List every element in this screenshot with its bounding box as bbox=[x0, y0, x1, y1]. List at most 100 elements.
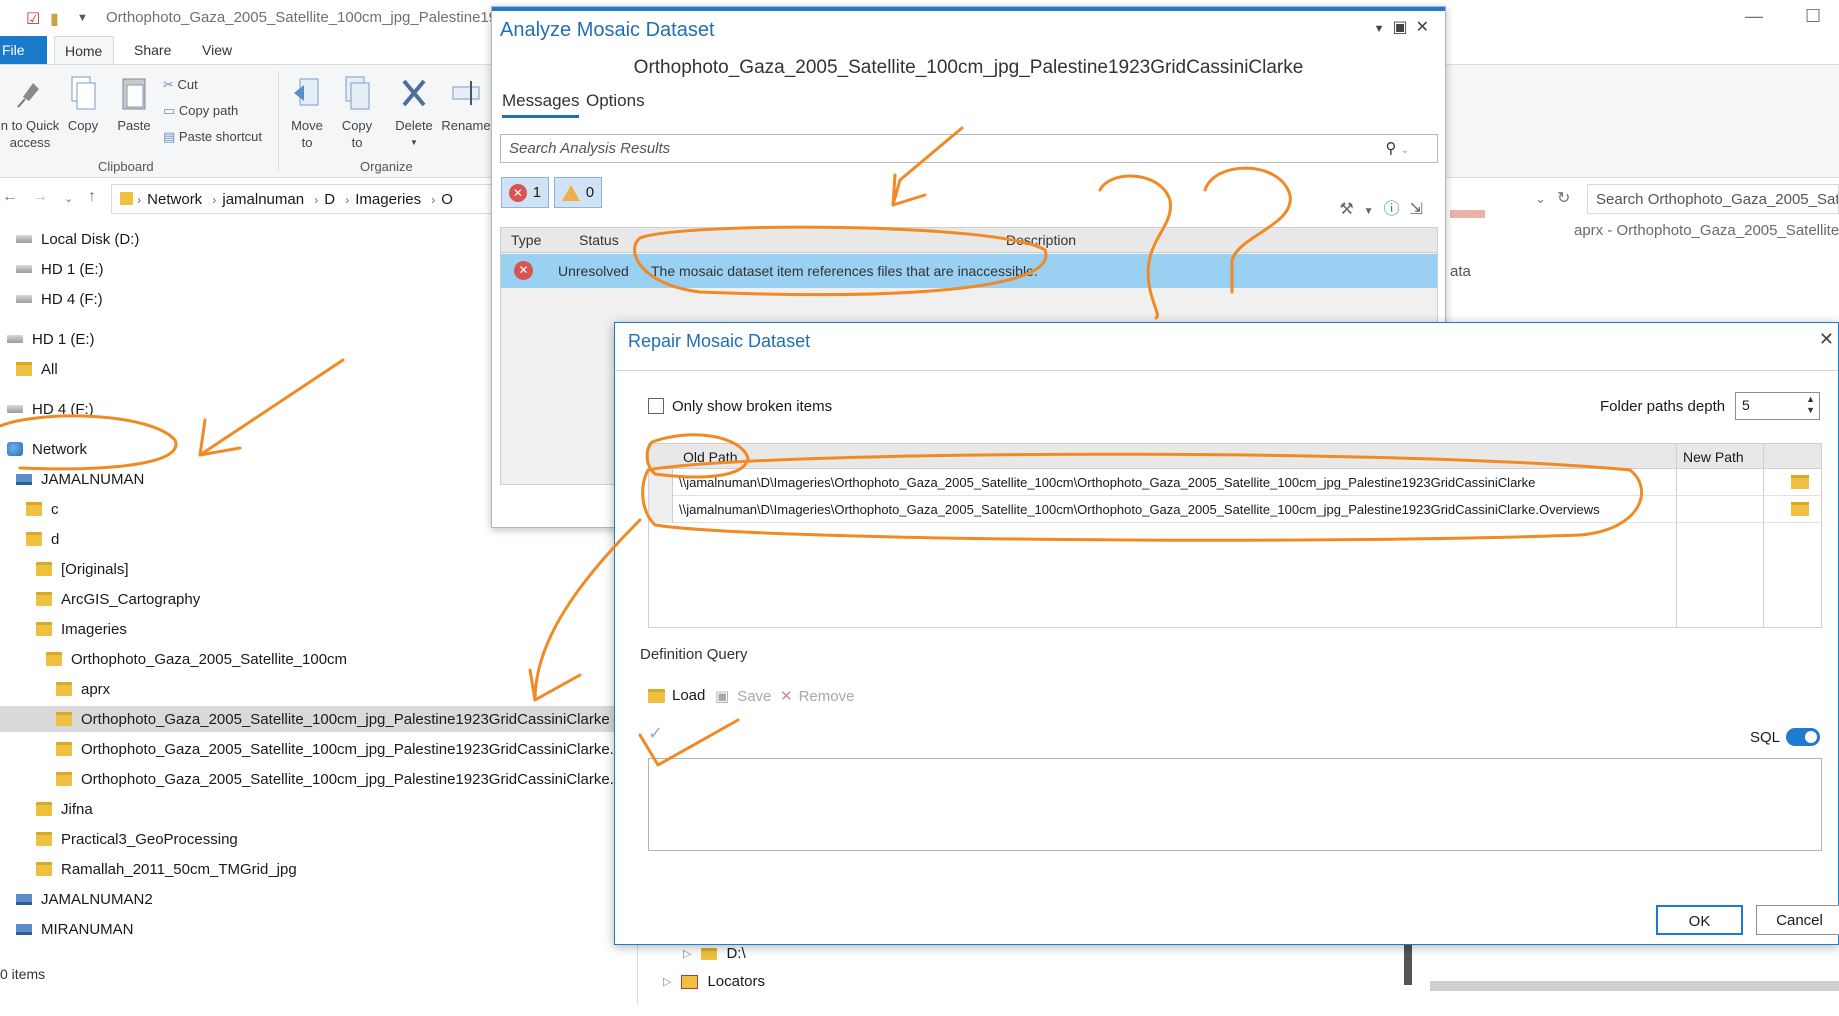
copy-path-button[interactable]: ▭ Copy path bbox=[163, 103, 238, 119]
tree-item-originals[interactable]: [Originals] bbox=[36, 556, 129, 582]
validate-check-icon[interactable]: ✓ bbox=[648, 723, 663, 744]
grid-header: Type Status Description bbox=[501, 228, 1437, 253]
catalog-item-locators[interactable]: ▷ Locators bbox=[663, 973, 765, 990]
tree-item-mosaic-overviews[interactable]: Orthophoto_Gaza_2005_Satellite_100cm_jpg… bbox=[56, 766, 641, 792]
chevron-down-icon[interactable]: ▼ bbox=[1364, 206, 1384, 217]
horizontal-scrollbar[interactable] bbox=[1430, 981, 1839, 991]
dropdown-icon[interactable]: ▼ bbox=[77, 12, 88, 24]
breadcrumb-jamalnuman[interactable]: jamalnuman bbox=[222, 191, 304, 208]
folder-open-icon[interactable] bbox=[1791, 502, 1809, 516]
address-dropdown-icon[interactable]: ⌄ bbox=[1535, 191, 1546, 207]
repair-hammer-icon[interactable]: ⚒ bbox=[1339, 201, 1363, 218]
tab-messages[interactable]: Messages bbox=[502, 91, 580, 118]
pin-to-quick-access-button[interactable]: n to Quick access bbox=[0, 75, 60, 151]
up-arrow-icon[interactable]: ↑ bbox=[88, 188, 96, 206]
tree-item-hd4-f-root[interactable]: HD 4 (F:) bbox=[7, 396, 94, 422]
spin-arrows-icon[interactable]: ▲ ▼ bbox=[1806, 394, 1815, 416]
copy-button[interactable]: Copy bbox=[63, 75, 103, 134]
tree-item-ramallah[interactable]: Ramallah_2011_50cm_TMGrid_jpg bbox=[36, 856, 297, 882]
tree-item-mosaic-gdb[interactable]: Orthophoto_Gaza_2005_Satellite_100cm_jpg… bbox=[56, 736, 639, 762]
table-row[interactable]: ✕ Unresolved The mosaic dataset item ref… bbox=[501, 254, 1437, 288]
maximize-icon[interactable]: ☐ bbox=[1805, 6, 1821, 27]
minimize-icon[interactable]: ▼ bbox=[1374, 23, 1393, 35]
paste-button[interactable]: Paste bbox=[114, 75, 154, 134]
breadcrumb-network[interactable]: Network bbox=[147, 191, 202, 208]
tree-item-hd1-e-root[interactable]: HD 1 (E:) bbox=[7, 326, 95, 352]
breadcrumb-d[interactable]: D bbox=[324, 191, 335, 208]
error-filter-button[interactable]: ✕ 1 bbox=[501, 177, 549, 208]
help-icon[interactable]: ⓘ bbox=[1384, 201, 1410, 218]
recent-dropdown-icon[interactable]: ⌄ bbox=[64, 192, 73, 205]
table-row[interactable]: \\jamalnuman\D\Imageries\Orthophoto_Gaza… bbox=[649, 496, 1821, 523]
tree-item-c[interactable]: c bbox=[26, 496, 59, 522]
tree-label: JAMALNUMAN bbox=[41, 470, 145, 488]
tab-options[interactable]: Options bbox=[586, 91, 645, 115]
tree-item-local-disk-d[interactable]: Local Disk (D:) bbox=[16, 226, 139, 252]
search-icon[interactable]: ⚲ ⌄ bbox=[1385, 139, 1409, 157]
tree-item-orthophoto-gaza[interactable]: Orthophoto_Gaza_2005_Satellite_100cm bbox=[46, 646, 347, 672]
breadcrumb-current[interactable]: O bbox=[441, 191, 453, 208]
tree-label: Ramallah_2011_50cm_TMGrid_jpg bbox=[61, 860, 297, 878]
drive-icon bbox=[7, 335, 23, 343]
tab-file[interactable]: File bbox=[0, 36, 47, 64]
drive-icon bbox=[16, 295, 32, 303]
tree-item-jamalnuman2[interactable]: JAMALNUMAN2 bbox=[16, 886, 153, 912]
tree-item-miranuman[interactable]: MIRANUMAN bbox=[16, 916, 134, 942]
tree-item-all[interactable]: All bbox=[16, 356, 58, 382]
only-broken-checkbox[interactable] bbox=[648, 398, 664, 414]
close-icon[interactable]: ✕ bbox=[1416, 19, 1437, 36]
save-button[interactable]: ▣ Save bbox=[715, 687, 771, 706]
warning-filter-button[interactable]: 0 bbox=[554, 177, 602, 208]
back-arrow-icon[interactable]: ← bbox=[2, 188, 18, 206]
tree-item-aprx[interactable]: aprx bbox=[56, 676, 110, 702]
table-row[interactable]: \\jamalnuman\D\Imageries\Orthophoto_Gaza… bbox=[649, 469, 1821, 496]
breadcrumb-separator: › bbox=[137, 193, 142, 207]
tree-item-arcgis-cartography[interactable]: ArcGIS_Cartography bbox=[36, 586, 200, 612]
folder-icon bbox=[36, 832, 52, 846]
sql-toggle[interactable] bbox=[1786, 728, 1820, 746]
tree-item-hd1-e[interactable]: HD 1 (E:) bbox=[16, 256, 104, 282]
remove-button[interactable]: ✕ Remove bbox=[780, 687, 854, 706]
tab-share[interactable]: Share bbox=[124, 36, 181, 64]
paste-shortcut-button[interactable]: ▤ Paste shortcut bbox=[163, 129, 262, 145]
breadcrumb-imageries[interactable]: Imageries bbox=[355, 191, 421, 208]
copy-to-label-1: Copy bbox=[341, 118, 373, 133]
cut-button[interactable]: ✂ Cut bbox=[163, 77, 198, 93]
catalog-item-d[interactable]: ▷ D:\ bbox=[683, 945, 746, 962]
tab-view[interactable]: View bbox=[192, 36, 242, 64]
copy-to-button[interactable]: Copy to bbox=[337, 75, 377, 151]
tree-item-practical3[interactable]: Practical3_GeoProcessing bbox=[36, 826, 238, 852]
tree-item-hd4-f[interactable]: HD 4 (F:) bbox=[16, 286, 103, 312]
vertical-scrollbar[interactable] bbox=[1404, 945, 1412, 985]
close-icon[interactable]: ✕ bbox=[1819, 329, 1834, 350]
move-to-button[interactable]: Move to bbox=[287, 75, 327, 151]
tree-item-network[interactable]: Network bbox=[7, 436, 87, 462]
address-bar[interactable]: › Network › jamalnuman › D › Imageries › O bbox=[111, 184, 521, 214]
folder-depth-stepper[interactable]: 5 ▲ ▼ bbox=[1735, 392, 1820, 420]
load-button[interactable]: Load bbox=[648, 687, 705, 704]
ok-button[interactable]: OK bbox=[1656, 905, 1743, 935]
tree-item-jifna[interactable]: Jifna bbox=[36, 796, 93, 822]
tree-label: Imageries bbox=[61, 620, 127, 638]
chevron-down-icon: ▼ bbox=[410, 138, 418, 147]
search-results-input[interactable]: Search Analysis Results ⚲ ⌄ bbox=[500, 134, 1438, 163]
cancel-button[interactable]: Cancel bbox=[1756, 905, 1839, 935]
delete-button[interactable]: Delete ▼ bbox=[392, 75, 436, 151]
rename-button[interactable]: Rename bbox=[441, 75, 491, 134]
pin-icon bbox=[17, 83, 39, 108]
folder-open-icon[interactable] bbox=[1791, 475, 1809, 489]
tree-item-imageries[interactable]: Imageries bbox=[36, 616, 127, 642]
refresh-icon[interactable]: ↻ bbox=[1557, 188, 1570, 208]
tree-item-d[interactable]: d bbox=[26, 526, 59, 552]
tree-item-jamalnuman[interactable]: JAMALNUMAN bbox=[16, 466, 144, 492]
definition-query-textbox[interactable] bbox=[648, 758, 1822, 851]
maximize-icon[interactable]: ▣ bbox=[1392, 19, 1415, 36]
folder-icon[interactable]: ▮ bbox=[50, 9, 59, 29]
export-icon[interactable]: ⇲ bbox=[1410, 201, 1433, 218]
search-input[interactable]: Search Orthophoto_Gaza_2005_Satel bbox=[1587, 184, 1839, 214]
tab-home[interactable]: Home bbox=[54, 36, 114, 64]
checkmark-icon[interactable]: ☑ bbox=[26, 9, 40, 29]
forward-arrow-icon[interactable]: → bbox=[32, 188, 48, 206]
tree-item-mosaic-folder-selected[interactable]: Orthophoto_Gaza_2005_Satellite_100cm_jpg… bbox=[0, 706, 615, 732]
minimize-icon[interactable]: — bbox=[1745, 6, 1763, 27]
